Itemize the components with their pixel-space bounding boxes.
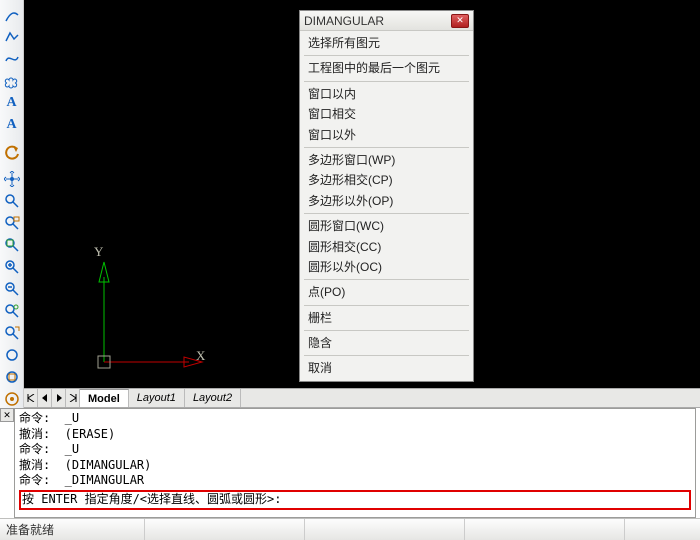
status-text: 准备就绪 bbox=[6, 521, 54, 538]
text-single-icon[interactable]: A bbox=[2, 94, 22, 112]
tab-nav-first-icon[interactable] bbox=[24, 389, 38, 407]
text-multi-icon[interactable]: A bbox=[2, 116, 22, 134]
status-bar: 准备就绪 bbox=[0, 518, 700, 540]
cmd-close-icon[interactable]: ✕ bbox=[0, 408, 14, 422]
menu-item[interactable]: 选择所有图元 bbox=[300, 33, 473, 53]
menu-item[interactable]: 圆形以外(OC) bbox=[300, 257, 473, 277]
command-prompt: 按 ENTER 指定角度/<选择直线、圆弧或圆形>: bbox=[19, 490, 691, 510]
menu-item[interactable]: 多边形窗口(WP) bbox=[300, 150, 473, 170]
menu-item[interactable]: 隐含 bbox=[300, 333, 473, 353]
rectangle-icon[interactable] bbox=[2, 368, 22, 386]
undo-icon[interactable] bbox=[2, 143, 22, 161]
dimangular-dialog: DIMANGULAR ✕ 选择所有图元工程图中的最后一个图元窗口以内窗口相交窗口… bbox=[299, 10, 474, 382]
menu-item[interactable]: 工程图中的最后一个图元 bbox=[300, 58, 473, 78]
command-window[interactable]: 命令: _U撤消: (ERASE)命令: _U撤消: (DIMANGULAR)命… bbox=[14, 408, 696, 518]
close-icon[interactable]: ✕ bbox=[451, 14, 469, 28]
menu-item[interactable]: 窗口以外 bbox=[300, 125, 473, 145]
tab-nav-last-icon[interactable] bbox=[66, 389, 80, 407]
menu-item[interactable]: 圆形窗口(WC) bbox=[300, 216, 473, 236]
ucs-y-label: Y bbox=[94, 244, 103, 260]
dialog-body: 选择所有图元工程图中的最后一个图元窗口以内窗口相交窗口以外多边形窗口(WP)多边… bbox=[300, 31, 473, 381]
menu-item[interactable]: 多边形相交(CP) bbox=[300, 170, 473, 190]
cloud-icon[interactable] bbox=[2, 72, 22, 90]
menu-item[interactable]: 窗口以内 bbox=[300, 84, 473, 104]
ucs-icon: Y X bbox=[84, 252, 204, 372]
command-line: 撤消: (ERASE) bbox=[19, 427, 691, 443]
command-line: 命令: _U bbox=[19, 411, 691, 427]
menu-item[interactable]: 圆形相交(CC) bbox=[300, 237, 473, 257]
menu-item[interactable]: 栅栏 bbox=[300, 308, 473, 328]
command-line: 命令: _DIMANGULAR bbox=[19, 473, 691, 489]
menu-item[interactable]: 多边形以外(OP) bbox=[300, 191, 473, 211]
left-toolbar: A A bbox=[0, 0, 24, 410]
arc-icon[interactable] bbox=[2, 6, 22, 24]
dialog-title-text: DIMANGULAR bbox=[304, 14, 451, 28]
zoom-out-icon[interactable] bbox=[2, 280, 22, 298]
zoom-extents-icon[interactable] bbox=[2, 214, 22, 232]
tab-model[interactable]: Model bbox=[80, 389, 129, 407]
donut-icon[interactable] bbox=[2, 390, 22, 408]
pan-icon[interactable] bbox=[2, 170, 22, 188]
zoom-in-icon[interactable] bbox=[2, 258, 22, 276]
command-line: 命令: _U bbox=[19, 442, 691, 458]
tab-layout1[interactable]: Layout1 bbox=[129, 389, 185, 407]
tab-nav-prev-icon[interactable] bbox=[38, 389, 52, 407]
menu-item[interactable]: 取消 bbox=[300, 358, 473, 378]
zoom-realtime-icon[interactable] bbox=[2, 302, 22, 320]
tab-layout2[interactable]: Layout2 bbox=[185, 389, 241, 407]
polyline-icon[interactable] bbox=[2, 28, 22, 46]
spline-icon[interactable] bbox=[2, 50, 22, 68]
drawing-canvas[interactable]: Y X DIMANGULAR ✕ 选择所有图元工程图中的最后一个图元窗口以内窗口… bbox=[24, 0, 700, 388]
zoom-window-icon[interactable] bbox=[2, 236, 22, 254]
ucs-x-label: X bbox=[196, 348, 205, 364]
menu-item[interactable]: 点(PO) bbox=[300, 282, 473, 302]
circle-icon[interactable] bbox=[2, 346, 22, 364]
zoom-dynamic-icon[interactable] bbox=[2, 324, 22, 342]
menu-item[interactable]: 窗口相交 bbox=[300, 104, 473, 124]
zoom-box-icon[interactable] bbox=[2, 192, 22, 210]
dialog-titlebar[interactable]: DIMANGULAR ✕ bbox=[300, 11, 473, 31]
layout-tabs-bar: ModelLayout1Layout2 bbox=[24, 388, 700, 408]
command-line: 撤消: (DIMANGULAR) bbox=[19, 458, 691, 474]
tab-nav-next-icon[interactable] bbox=[52, 389, 66, 407]
